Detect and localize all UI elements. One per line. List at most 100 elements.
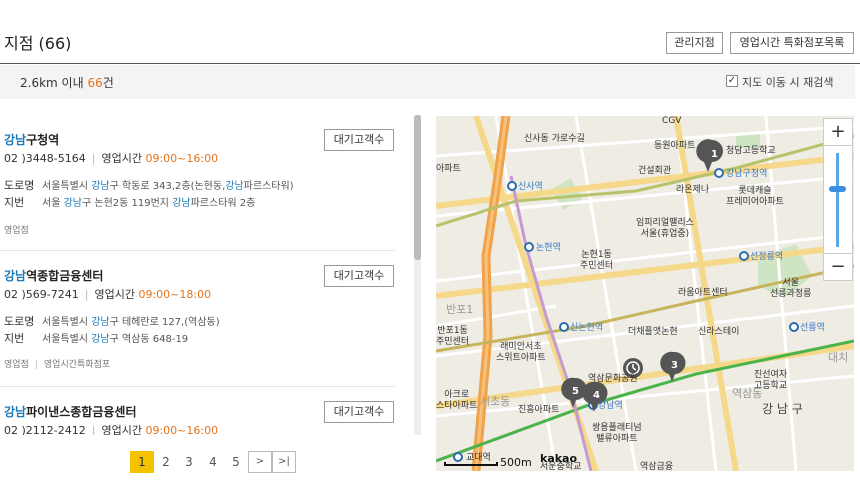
branch-phone: 02 )3448-5164 [4, 152, 86, 165]
map-label-sinnonhyeon: 신논현역 [570, 323, 604, 333]
page-5[interactable]: 5 [224, 451, 248, 473]
zoom-slider-track[interactable] [836, 153, 839, 247]
map-label-bottom-yeoksam: 역삼금융 [640, 462, 674, 471]
road-label: 도로명 [4, 315, 35, 328]
map-label-yeoksam-dong: 역삼동 [732, 387, 763, 400]
branch-hours: 09:00~18:00 [138, 288, 212, 301]
lot-label: 지번 [4, 196, 25, 209]
branch-name-highlight: 강남 [4, 405, 27, 419]
map-label-daechi: 대치 [828, 351, 849, 364]
filter-bar: 2.6km 이내 66건 ✓ 지도 이동 시 재검색 [0, 65, 855, 99]
map-label-theplaza: 더채플앳논현 [628, 327, 678, 337]
branch-name-rest: 역종합금융센터 [26, 269, 104, 283]
branch-phone-hours: 02 )569-7241 | 영업시간 09:00~18:00 [4, 288, 212, 301]
hours-label: 영업시간 [101, 152, 142, 165]
next-page-button[interactable]: > [248, 451, 272, 473]
lot-address: 지번 서울 강남구 논현2동 119번지 강남파르스타워 2층 [4, 194, 255, 210]
road-text: 구 테헤란로 127,(역삼동) [109, 317, 220, 328]
branch-name-rest: 파이낸스종합금융센터 [26, 405, 137, 419]
lot-label: 지번 [4, 332, 25, 345]
branch-list[interactable]: 강남구청역 대기고객수 02 )3448-5164 | 영업시간 09:00~16:… [0, 115, 420, 435]
divider [0, 386, 395, 387]
research-on-move-label[interactable]: 지도 이동 시 재검색 [742, 74, 833, 90]
lot-highlight: 강남 [63, 198, 82, 209]
branch-name-highlight: 강남 [4, 269, 27, 283]
marker-1[interactable]: 1 [711, 149, 718, 160]
road-address: 도로명 서울특별시 강남구 테헤란로 127,(역삼동) [4, 313, 220, 329]
map-label-sinsa-garosu: 신사동 가로수길 [524, 134, 585, 144]
map-label-gangnam-gu-office: 강남구청역 [726, 169, 768, 179]
divider [0, 250, 395, 251]
map-label-raemian: 래미안서초 스위트아파트 [496, 342, 546, 363]
map-label-ssangyong: 쌍용플래티넘 밸류아파트 [592, 423, 642, 444]
page-3[interactable]: 3 [177, 451, 201, 473]
lot-text: 서울특별시 [42, 334, 92, 345]
lot-text: 서울 [42, 198, 64, 209]
map-label-cheongdam: 청담고등학교 [726, 146, 776, 156]
road-address: 도로명 서울특별시 강남구 학동로 343,2층(논현동,강남파르스타워) [4, 177, 294, 193]
branch-phone-hours: 02 )3448-5164 | 영업시간 09:00~16:00 [4, 152, 219, 165]
map-label-lacena: 라온제나 [676, 185, 710, 195]
map-label-nonhyeon-stn: 논현역 [536, 243, 561, 253]
result-count: 66 [87, 76, 103, 90]
queue-count-button[interactable]: 대기고객수 [324, 129, 394, 151]
branch-hours: 09:00~16:00 [145, 424, 219, 435]
branch-name[interactable]: 강남파이낸스종합금융센터 [4, 403, 137, 420]
branch-header: 지점 (66) 관리지점 영업시간 특화점포목록 [0, 0, 860, 64]
special-hours-list-button[interactable]: 영업시간 특화점포목록 [730, 32, 854, 54]
map-label-seolleung: 서울 선릉과정릉 [770, 278, 812, 299]
hours-label: 영업시간 [101, 424, 142, 435]
kakao-logo: kakao [540, 452, 578, 465]
lot-address: 지번 서울특별시 강남구 역삼동 648-19 [4, 330, 188, 346]
branch-name-rest: 구청역 [26, 133, 60, 147]
managed-branch-button[interactable]: 관리지점 [666, 32, 723, 54]
page-4[interactable]: 4 [201, 451, 225, 473]
marker-4[interactable]: 4 [593, 390, 600, 401]
branch-name[interactable]: 강남구청역 [4, 131, 59, 148]
result-distance: 2.6km 이내 [20, 76, 88, 90]
result-unit: 건 [102, 76, 114, 90]
branch-phone: 02 )569-7241 [4, 288, 79, 301]
last-page-button[interactable]: >| [272, 451, 296, 473]
zoom-out-button[interactable]: − [823, 253, 853, 281]
lot-text: 구 역삼동 648-19 [109, 334, 189, 345]
map-label-seonjeongneung: 선정릉역 [750, 252, 784, 262]
road-highlight: 강남 [225, 181, 244, 192]
map-label-gangnam-stn: 강남역 [598, 401, 623, 411]
map-label-yeoksam-culture: 역삼문화공원 [588, 374, 638, 384]
branch-name-highlight: 강남 [4, 133, 27, 147]
tag: 영업점 [4, 226, 29, 236]
lot-text: 파르스타워 2층 [190, 198, 256, 209]
queue-count-button[interactable]: 대기고객수 [324, 401, 394, 423]
map-label-jinheung: 진흥아파트 [518, 405, 560, 415]
tag: 영업시간특화점포 [43, 360, 111, 370]
branch-map[interactable]: 1 3 4 5 신사동 가로수길 동원아파트 CGV 청담고등학교 강남구청역 … [436, 116, 854, 471]
lot-highlight: 강남 [172, 198, 191, 209]
page-2[interactable]: 2 [154, 451, 178, 473]
road-highlight: 강남 [91, 181, 110, 192]
map-label-sinsa-stn: 신사역 [518, 182, 543, 192]
marker-5[interactable]: 5 [572, 386, 579, 397]
map-label-shilla-stay: 신라스테이 [698, 327, 740, 337]
zoom-in-button[interactable]: + [823, 118, 853, 146]
lot-highlight: 강남 [91, 334, 110, 345]
map-label-banpo-area: 반포1 [446, 303, 474, 316]
map-label-dongwon: 동원아파트 [654, 141, 696, 151]
road-highlight: 강남 [91, 317, 110, 328]
hours-label: 영업시간 [94, 288, 135, 301]
branch-tags: 영업점 [4, 223, 29, 236]
road-text: 서울특별시 [42, 181, 92, 192]
zoom-slider-handle[interactable] [829, 186, 846, 192]
research-on-move-checkbox[interactable]: ✓ [726, 75, 738, 87]
road-text: 파르스타워) [243, 181, 294, 192]
list-scrollbar-thumb[interactable] [414, 115, 421, 260]
marker-3[interactable]: 3 [671, 360, 678, 371]
queue-count-button[interactable]: 대기고객수 [324, 265, 394, 287]
map-label-apt: 아파트 [436, 164, 461, 174]
branch-tags: 영업점 | 영업시간특화점포 [4, 360, 111, 370]
page-1[interactable]: 1 [130, 451, 154, 473]
map-label-banpo1: 반포1동 주민센터 [436, 326, 470, 347]
map-label-nonhyeon1: 논현1동 주민센터 [580, 250, 614, 271]
branch-name[interactable]: 강남역종합금융센터 [4, 267, 103, 284]
map-label-cgv: CGV [662, 116, 682, 126]
